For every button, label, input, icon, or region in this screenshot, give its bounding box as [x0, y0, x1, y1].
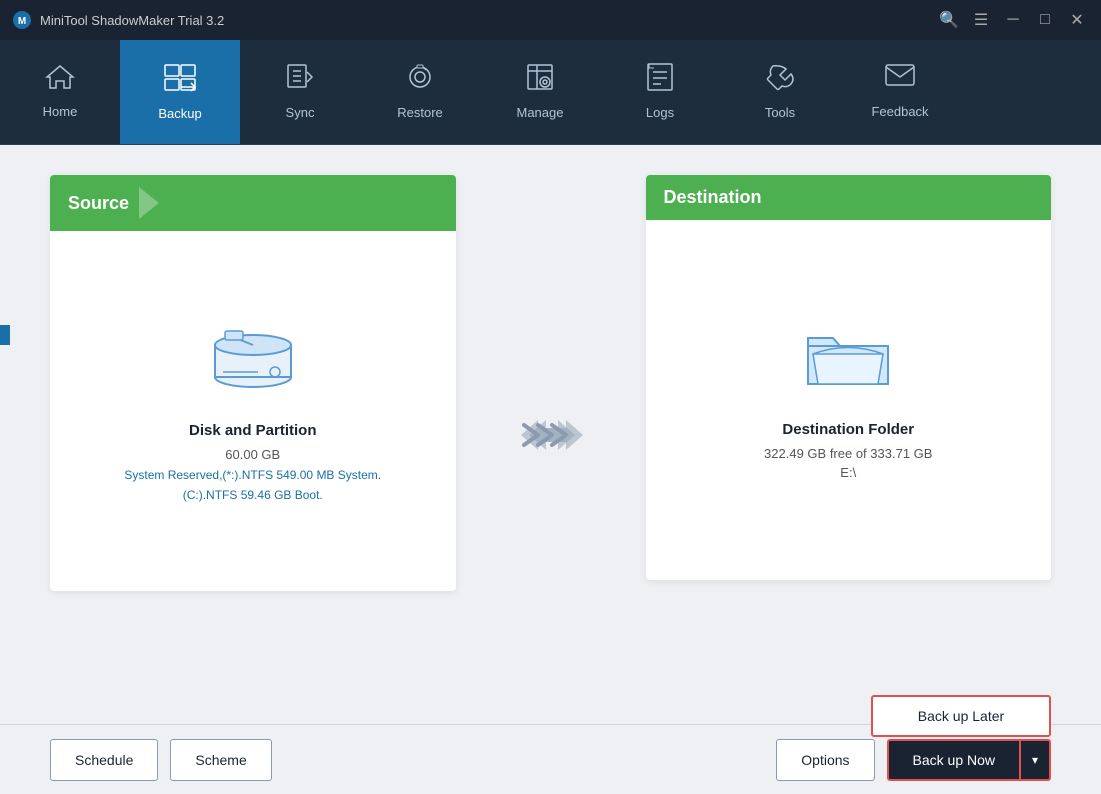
content-area: Source — [0, 145, 1101, 794]
backup-button-group: Back up Later Back up Now ▾ — [887, 739, 1051, 781]
nav-home-label: Home — [43, 104, 78, 119]
source-disk-size: 60.00 GB — [225, 447, 280, 462]
source-disk-detail: System Reserved,(*:).NTFS 549.00 MB Syst… — [113, 466, 393, 504]
nav-feedback-label: Feedback — [871, 104, 928, 119]
nav-home[interactable]: Home — [0, 40, 120, 144]
feedback-icon — [884, 63, 916, 96]
nav-backup-label: Backup — [158, 106, 201, 121]
nav-sync-label: Sync — [286, 105, 315, 120]
nav-restore[interactable]: Restore — [360, 40, 480, 144]
logs-icon — [646, 62, 674, 97]
destination-body: Destination Folder 322.49 GB free of 333… — [646, 220, 1052, 580]
manage-icon — [525, 62, 555, 97]
dest-folder-drive: E:\ — [840, 465, 856, 480]
window-controls: 🔍 ☰ ─ □ ✕ — [937, 8, 1089, 32]
search-btn[interactable]: 🔍 — [937, 8, 961, 32]
backup-later-item[interactable]: Back up Later — [873, 697, 1049, 735]
nav-tools[interactable]: Tools — [720, 40, 840, 144]
destination-title: Destination — [664, 187, 762, 208]
source-header-decoration — [139, 187, 159, 219]
folder-icon — [798, 316, 898, 401]
scheme-button[interactable]: Scheme — [170, 739, 271, 781]
backup-dropdown-button[interactable]: ▾ — [1019, 739, 1051, 781]
sync-icon — [285, 62, 315, 97]
source-title: Source — [68, 193, 129, 214]
app-logo: M — [12, 10, 32, 30]
nav-restore-label: Restore — [397, 105, 443, 120]
dest-folder-size: 322.49 GB free of 333.71 GB — [764, 446, 932, 461]
backup-icon — [163, 63, 197, 98]
destination-card[interactable]: Destination Destination F — [646, 175, 1052, 580]
source-disk-title: Disk and Partition — [189, 422, 317, 439]
source-header: Source — [50, 175, 456, 231]
maximize-btn[interactable]: □ — [1033, 8, 1057, 32]
nav-bar: Home Backup Sync — [0, 40, 1101, 145]
restore-icon — [404, 62, 436, 97]
options-button[interactable]: Options — [776, 739, 874, 781]
nav-tools-label: Tools — [765, 105, 795, 120]
nav-manage-label: Manage — [517, 105, 564, 120]
app-title: MiniTool ShadowMaker Trial 3.2 — [40, 13, 937, 28]
nav-backup[interactable]: Backup — [120, 40, 240, 144]
tools-icon — [765, 62, 795, 97]
chevron-down-icon: ▾ — [1032, 753, 1038, 767]
source-card[interactable]: Source — [50, 175, 456, 591]
bottom-bar: Schedule Scheme Options Back up Later Ba… — [0, 724, 1101, 794]
nav-feedback[interactable]: Feedback — [840, 40, 960, 144]
main-content: Source — [0, 145, 1101, 724]
menu-btn[interactable]: ☰ — [969, 8, 993, 32]
disk-icon — [203, 317, 303, 402]
svg-text:M: M — [18, 16, 26, 27]
nav-logs-label: Logs — [646, 105, 674, 120]
arrow-container — [516, 410, 586, 460]
dest-folder-title: Destination Folder — [782, 421, 914, 438]
backup-dropdown-menu: Back up Later — [871, 695, 1051, 737]
source-body: Disk and Partition 60.00 GB System Reser… — [50, 231, 456, 591]
close-btn[interactable]: ✕ — [1065, 8, 1089, 32]
home-icon — [45, 63, 75, 96]
nav-manage[interactable]: Manage — [480, 40, 600, 144]
minimize-btn[interactable]: ─ — [1001, 8, 1025, 32]
title-bar: M MiniTool ShadowMaker Trial 3.2 🔍 ☰ ─ □… — [0, 0, 1101, 40]
side-tab[interactable] — [0, 325, 10, 345]
destination-header: Destination — [646, 175, 1052, 220]
nav-logs[interactable]: Logs — [600, 40, 720, 144]
schedule-button[interactable]: Schedule — [50, 739, 158, 781]
backup-now-button[interactable]: Back up Now — [887, 739, 1019, 781]
nav-sync[interactable]: Sync — [240, 40, 360, 144]
